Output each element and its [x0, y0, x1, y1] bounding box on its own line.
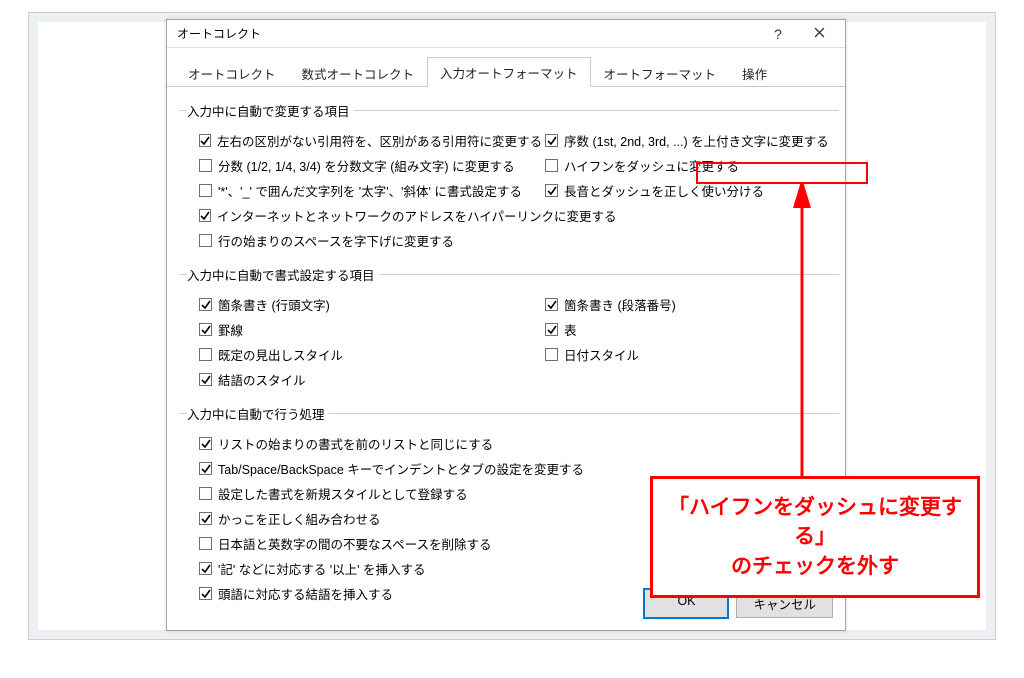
tab-3[interactable]: オートフォーマット [591, 58, 730, 87]
checkbox[interactable] [199, 298, 212, 311]
close-button[interactable] [797, 22, 841, 46]
tab-2[interactable]: 入力オートフォーマット [427, 57, 591, 87]
checkbox-label: 設定した書式を新規スタイルとして登録する [218, 484, 468, 503]
checkbox[interactable] [199, 184, 212, 197]
help-button[interactable]: ? [759, 22, 797, 46]
checkbox-label: リストの始まりの書式を前のリストと同じにする [218, 434, 493, 453]
checkbox[interactable] [199, 512, 212, 525]
checkbox-label: Tab/Space/BackSpace キーでインデントとタブの設定を変更する [218, 459, 584, 478]
section-auto-replace: 入力中に自動で変更する項目 左右の区別がない引用符を、区別がある引用符に変更する… [179, 101, 839, 255]
s3-item[interactable]: かっこを正しく組み合わせる [199, 506, 833, 531]
checkbox-label: 行の始まりのスペースを字下げに変更する [218, 231, 454, 250]
checkbox-label: 箇条書き (行頭文字) [218, 295, 330, 314]
s1-right-item[interactable]: ハイフンをダッシュに変更する [545, 153, 833, 178]
checkbox[interactable] [199, 209, 211, 222]
checkbox-label: 表 [564, 320, 577, 339]
checkbox[interactable] [199, 562, 212, 575]
checkbox[interactable] [545, 134, 558, 147]
checkbox[interactable] [199, 134, 211, 147]
s3-item[interactable]: Tab/Space/BackSpace キーでインデントとタブの設定を変更する [199, 456, 833, 481]
checkbox[interactable] [199, 234, 212, 247]
s3-item[interactable]: 設定した書式を新規スタイルとして登録する [199, 481, 833, 506]
tab-0[interactable]: オートコレクト [175, 58, 289, 87]
checkbox-label: 序数 (1st, 2nd, 3rd, ...) を上付き文字に変更する [564, 131, 829, 150]
s1-right-item[interactable]: 序数 (1st, 2nd, 3rd, ...) を上付き文字に変更する [545, 128, 833, 153]
s2-left-item[interactable]: 結語のスタイル [199, 367, 539, 392]
checkbox[interactable] [199, 323, 212, 336]
s2-left-item[interactable]: 箇条書き (行頭文字) [199, 292, 539, 317]
checkbox[interactable] [199, 487, 212, 500]
checkbox[interactable] [199, 587, 212, 600]
s1-left-item[interactable]: 分数 (1/2, 1/4, 3/4) を分数文字 (組み文字) に変更する [199, 153, 539, 178]
checkbox[interactable] [199, 537, 212, 550]
s3-item[interactable]: 日本語と英数字の間の不要なスペースを削除する [199, 531, 833, 556]
checkbox-label: かっこを正しく組み合わせる [218, 509, 381, 528]
checkbox[interactable] [545, 348, 558, 361]
cancel-button[interactable]: キャンセル [736, 589, 833, 618]
checkbox-label: 長音とダッシュを正しく使い分ける [564, 181, 764, 200]
checkbox-label: 左右の区別がない引用符を、区別がある引用符に変更する [217, 131, 542, 150]
checkbox-label: 罫線 [218, 320, 243, 339]
s1-left-item[interactable]: インターネットとネットワークのアドレスをハイパーリンクに変更する [199, 203, 539, 228]
s2-left-item[interactable]: 既定の見出しスタイル [199, 342, 539, 367]
s2-left-item[interactable]: 罫線 [199, 317, 539, 342]
s2-right-item[interactable]: 表 [545, 317, 833, 342]
checkbox-label: 日付スタイル [564, 345, 639, 364]
s1-left-item[interactable]: 左右の区別がない引用符を、区別がある引用符に変更する [199, 128, 539, 153]
s1-left-item[interactable]: '*'、'_' で囲んだ文字列を '太字'、'斜体' に書式設定する [199, 178, 539, 203]
section-auto-action: 入力中に自動で行う処理 リストの始まりの書式を前のリストと同じにする Tab/Sp… [179, 404, 839, 608]
help-icon: ? [774, 26, 782, 42]
section-title: 入力中に自動で書式設定する項目 [187, 265, 379, 284]
s1-right-item[interactable]: 長音とダッシュを正しく使い分ける [545, 178, 833, 203]
checkbox-label: 結語のスタイル [218, 370, 306, 389]
checkbox-label: 箇条書き (段落番号) [564, 295, 676, 314]
checkbox-label: 分数 (1/2, 1/4, 3/4) を分数文字 (組み文字) に変更する [218, 156, 515, 175]
checkbox[interactable] [545, 298, 558, 311]
dialog-buttons: OK キャンセル [644, 589, 833, 618]
s3-item[interactable]: '記' などに対応する '以上' を挿入する [199, 556, 833, 581]
checkbox-label: 日本語と英数字の間の不要なスペースを削除する [218, 534, 492, 553]
checkbox[interactable] [199, 462, 212, 475]
tab-1[interactable]: 数式オートコレクト [289, 58, 428, 87]
section-auto-format: 入力中に自動で書式設定する項目 箇条書き (行頭文字) 罫線既定の見出しスタイル結… [179, 265, 839, 394]
checkbox[interactable] [199, 373, 212, 386]
dialog-title: オートコレクト [177, 25, 759, 42]
checkbox[interactable] [545, 184, 558, 197]
tab-bar: オートコレクト数式オートコレクト入力オートフォーマットオートフォーマット操作 [167, 48, 845, 87]
checkbox-label: 頭語に対応する結語を挿入する [218, 584, 393, 603]
checkbox[interactable] [545, 323, 558, 336]
checkbox[interactable] [199, 348, 212, 361]
checkbox[interactable] [545, 159, 558, 172]
s1-left-item[interactable]: 行の始まりのスペースを字下げに変更する [199, 228, 539, 253]
checkbox-label: ハイフンをダッシュに変更する [564, 156, 739, 175]
s2-right-item[interactable]: 箇条書き (段落番号) [545, 292, 833, 317]
checkbox-label: 既定の見出しスタイル [218, 345, 343, 364]
close-icon [814, 25, 825, 42]
checkbox[interactable] [199, 159, 212, 172]
s3-item[interactable]: リストの始まりの書式を前のリストと同じにする [199, 431, 833, 456]
section-title: 入力中に自動で行う処理 [187, 404, 329, 423]
checkbox-label: '記' などに対応する '以上' を挿入する [218, 559, 425, 578]
titlebar: オートコレクト ? [167, 20, 845, 48]
autocorrect-dialog: オートコレクト ? オートコレクト数式オートコレクト入力オートフォーマットオート… [166, 19, 846, 631]
checkbox-label: '*'、'_' で囲んだ文字列を '太字'、'斜体' に書式設定する [218, 181, 522, 200]
tab-4[interactable]: 操作 [729, 58, 780, 87]
section-title: 入力中に自動で変更する項目 [187, 101, 354, 120]
ok-button[interactable]: OK [644, 589, 728, 618]
checkbox[interactable] [199, 437, 212, 450]
s2-right-item[interactable]: 日付スタイル [545, 342, 833, 367]
